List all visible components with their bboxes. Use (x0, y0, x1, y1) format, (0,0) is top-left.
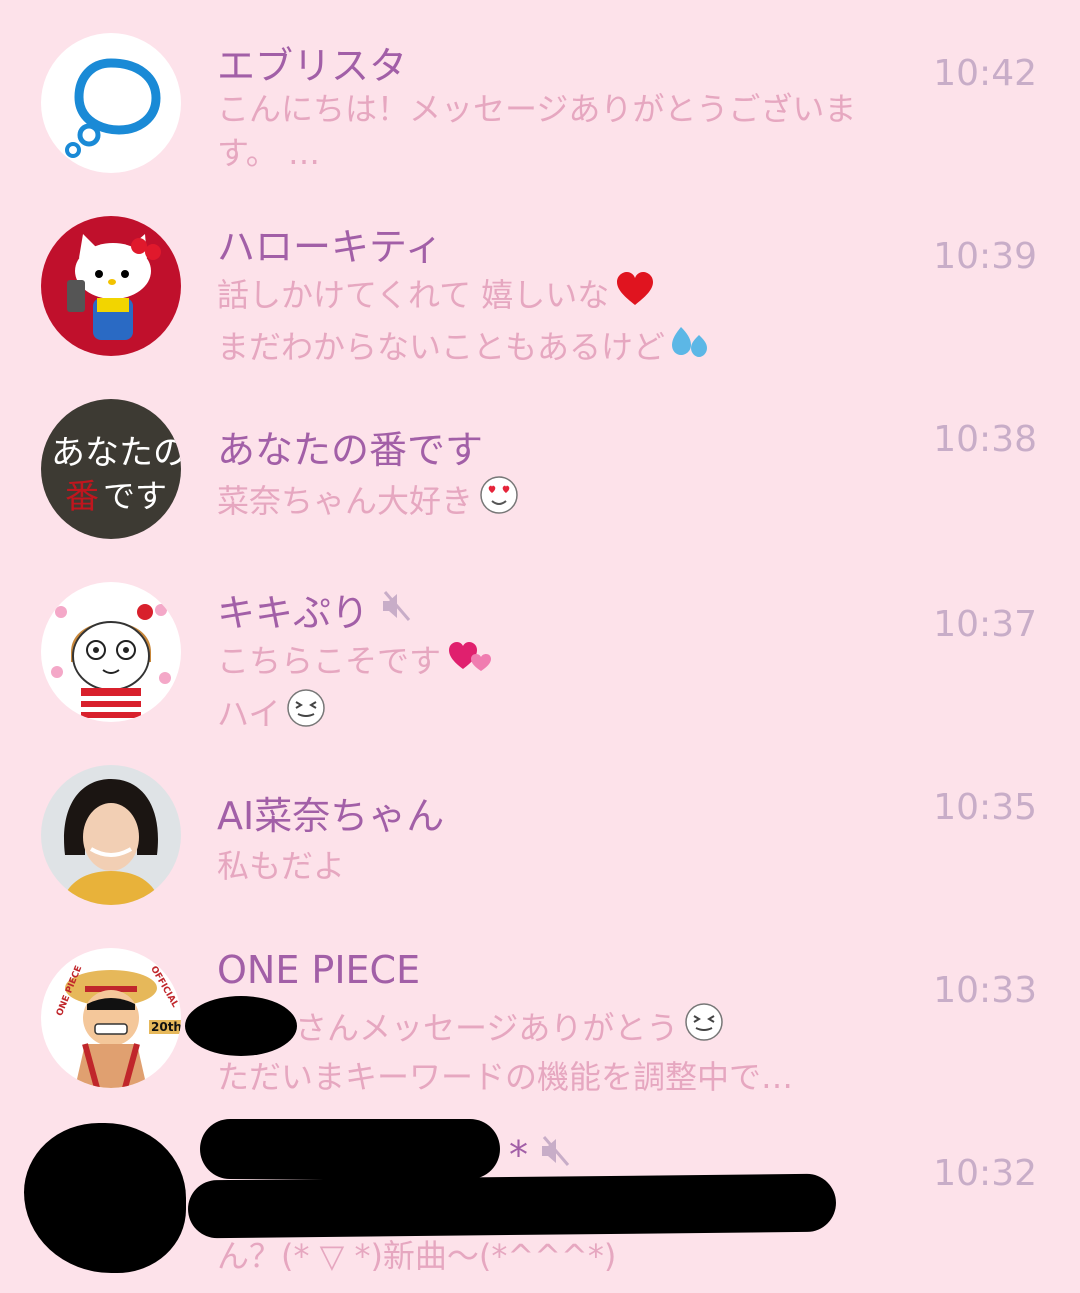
chat-preview-text: さんメッセージありがとう (295, 1009, 679, 1047)
sweat-drop-icon (671, 323, 709, 367)
chat-preview-line1: 私もだよ (217, 847, 346, 885)
chat-time: 10:37 (933, 604, 1037, 645)
avatar-title-text: あなたの (51, 433, 181, 473)
chat-preview-line2: ん？(* ▽ *)新曲～(*^^^*) (217, 1237, 617, 1275)
chat-row-one-piece[interactable]: ONE PIECE OFFICIAL 20th ONE PIECE さんメッセー… (0, 930, 1080, 1113)
redaction-mark (200, 1119, 500, 1179)
chat-time: 10:33 (933, 970, 1037, 1011)
avatar (41, 33, 181, 173)
chat-time: 10:38 (933, 419, 1037, 460)
redaction-mark (185, 996, 297, 1056)
mute-icon (540, 1133, 572, 1177)
chat-preview-line1: 菜奈ちゃん大好き (217, 475, 519, 523)
chat-name-text: キキぷり (217, 591, 370, 635)
chat-time: 10:32 (933, 1153, 1037, 1194)
chat-time: 10:42 (933, 53, 1037, 94)
chat-name: ONE PIECE (217, 948, 421, 992)
chat-row-estar[interactable]: エブリスタ こんにちは！メッセージありがとうございます。 … 10:42 (0, 15, 1080, 198)
chat-preview-line2: まだわからないこともあるけど (217, 322, 709, 368)
chat-preview-text: まだわからないこともあるけど (217, 328, 666, 366)
avatar: あなたの 番 です (41, 399, 181, 539)
chat-time: 10:35 (933, 787, 1037, 828)
avatar (41, 765, 181, 905)
mute-icon (381, 588, 413, 632)
chat-name: キキぷり (217, 582, 413, 637)
double-heart-icon (447, 637, 492, 681)
redaction-mark (187, 1173, 837, 1239)
chat-preview-line2: ただいまキーワードの機能を調整中で… (217, 1058, 794, 1096)
avatar-title-tail: です (103, 477, 168, 515)
chat-row-ai-nana-chan[interactable]: AI菜奈ちゃん 私もだよ 10:35 (0, 747, 1080, 930)
chat-list: エブリスタ こんにちは！メッセージありがとうございます。 … 10:42 ハロー… (0, 0, 1080, 1293)
redaction-mark (24, 1123, 186, 1273)
avatar (41, 216, 181, 356)
chat-preview-text: 菜奈ちゃん大好き (217, 482, 474, 520)
chat-row-redacted[interactable]: * ん？(* ▽ *)新曲～(*^^^*) 10:32 (0, 1113, 1080, 1293)
avatar: ONE PIECE OFFICIAL 20th (41, 948, 181, 1088)
chat-preview-text: こちらこそです (217, 642, 442, 680)
chat-name: エブリスタ (217, 44, 408, 88)
squint-face-icon (684, 1002, 724, 1050)
chat-time: 10:39 (933, 236, 1037, 277)
chat-row-hello-kitty[interactable]: ハローキティ 話しかけてくれて 嬉しいな まだわからないこともあるけど 10:3… (0, 198, 1080, 381)
chat-preview-text: ハイ (217, 695, 281, 733)
squint-face-icon (286, 688, 326, 736)
heart-eyes-icon (479, 475, 519, 523)
estar-bubble-icon (65, 58, 161, 158)
chat-preview-line2: ハイ (217, 688, 326, 736)
avatar-text-20th: 20th (149, 1020, 181, 1034)
chat-preview-line1: こちらこそです (217, 636, 492, 682)
chat-row-anata-no-ban-desu[interactable]: あなたの 番 です あなたの番です 菜奈ちゃん大好き 10:38 (0, 381, 1080, 564)
avatar (41, 582, 181, 722)
chat-name-text: * (509, 1133, 528, 1177)
chat-name: AI菜奈ちゃん (217, 794, 445, 838)
heart-icon (615, 271, 655, 315)
chat-row-kikipuri[interactable]: キキぷり こちらこそです ハイ 10:37 (0, 564, 1080, 747)
chat-name: あなたの番です (217, 428, 484, 472)
chat-preview-text: 話しかけてくれて 嬉しいな (217, 276, 610, 314)
chat-preview-line1: 話しかけてくれて 嬉しいな (217, 270, 655, 316)
chat-name: ハローキティ (217, 225, 443, 269)
chat-preview: こんにちは！メッセージありがとうございます。 … (217, 90, 857, 172)
avatar-title-red: 番 (65, 477, 99, 517)
